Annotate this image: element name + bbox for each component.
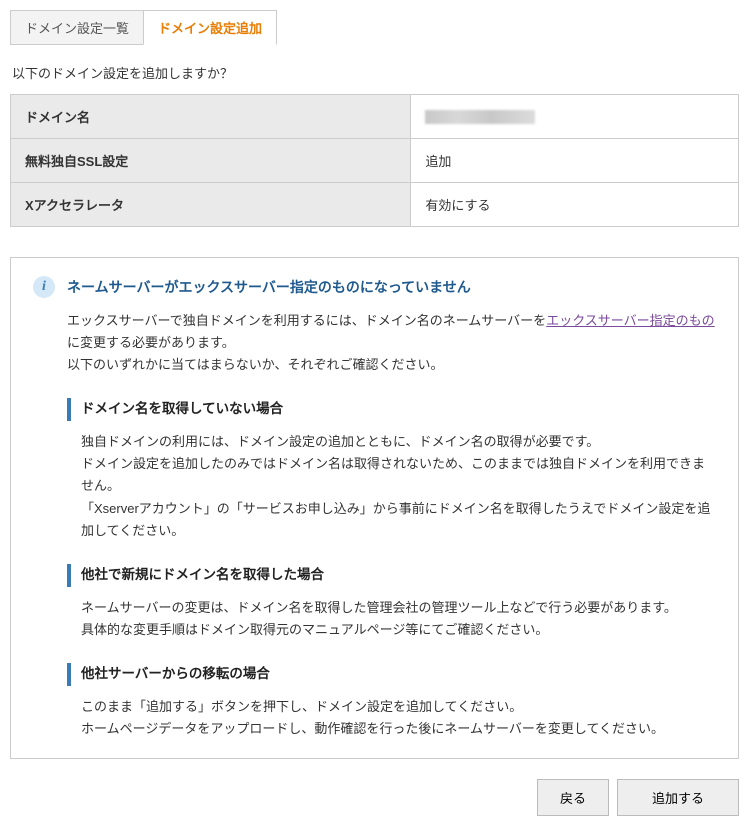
section-body: 独自ドメインの利用には、ドメイン設定の追加とともに、ドメイン名の取得が必要です。… bbox=[67, 431, 716, 541]
submit-button[interactable]: 追加する bbox=[617, 779, 739, 816]
tab-domain-list[interactable]: ドメイン設定一覧 bbox=[10, 10, 144, 45]
section-title: ドメイン名を取得していない場合 bbox=[67, 398, 716, 421]
value-accelerator: 有効にする bbox=[411, 183, 739, 227]
value-domain-name bbox=[411, 95, 739, 139]
confirm-prompt: 以下のドメイン設定を追加しますか？ bbox=[12, 63, 737, 82]
label-domain-name: ドメイン名 bbox=[11, 95, 411, 139]
info-title: ネームサーバーがエックスサーバー指定のものになっていません bbox=[67, 277, 471, 297]
table-row: ドメイン名 bbox=[11, 95, 739, 139]
section-body: このまま「追加する」ボタンを押下し、ドメイン設定を追加してください。 ホームペー… bbox=[67, 696, 716, 740]
info-section: 他社サーバーからの移転の場合 このまま「追加する」ボタンを押下し、ドメイン設定を… bbox=[67, 663, 716, 740]
section-title: 他社で新規にドメイン名を取得した場合 bbox=[67, 564, 716, 587]
table-row: Xアクセラレータ 有効にする bbox=[11, 183, 739, 227]
info-paragraph: 以下のいずれかに当てはまらないか、それぞれご確認ください。 bbox=[67, 354, 716, 376]
section-title: 他社サーバーからの移転の場合 bbox=[67, 663, 716, 686]
value-ssl: 追加 bbox=[411, 139, 739, 183]
blurred-domain bbox=[425, 110, 535, 124]
section-body: ネームサーバーの変更は、ドメイン名を取得した管理会社の管理ツール上などで行う必要… bbox=[67, 597, 716, 641]
info-icon: i bbox=[33, 276, 55, 298]
xserver-nameserver-link[interactable]: エックスサーバー指定のもの bbox=[546, 313, 714, 328]
info-section: ドメイン名を取得していない場合 独自ドメインの利用には、ドメイン設定の追加ととも… bbox=[67, 398, 716, 541]
label-ssl: 無料独自SSL設定 bbox=[11, 139, 411, 183]
info-section: 他社で新規にドメイン名を取得した場合 ネームサーバーの変更は、ドメイン名を取得し… bbox=[67, 564, 716, 641]
label-accelerator: Xアクセラレータ bbox=[11, 183, 411, 227]
table-row: 無料独自SSL設定 追加 bbox=[11, 139, 739, 183]
button-row: 戻る 追加する bbox=[10, 779, 739, 816]
settings-table: ドメイン名 無料独自SSL設定 追加 Xアクセラレータ 有効にする bbox=[10, 94, 739, 227]
back-button[interactable]: 戻る bbox=[537, 779, 609, 816]
tabs: ドメイン設定一覧 ドメイン設定追加 bbox=[10, 10, 739, 45]
info-box: i ネームサーバーがエックスサーバー指定のものになっていません エックスサーバー… bbox=[10, 257, 739, 759]
info-paragraph: エックスサーバーで独自ドメインを利用するには、ドメイン名のネームサーバーをエック… bbox=[67, 310, 716, 354]
tab-domain-add[interactable]: ドメイン設定追加 bbox=[143, 10, 277, 45]
